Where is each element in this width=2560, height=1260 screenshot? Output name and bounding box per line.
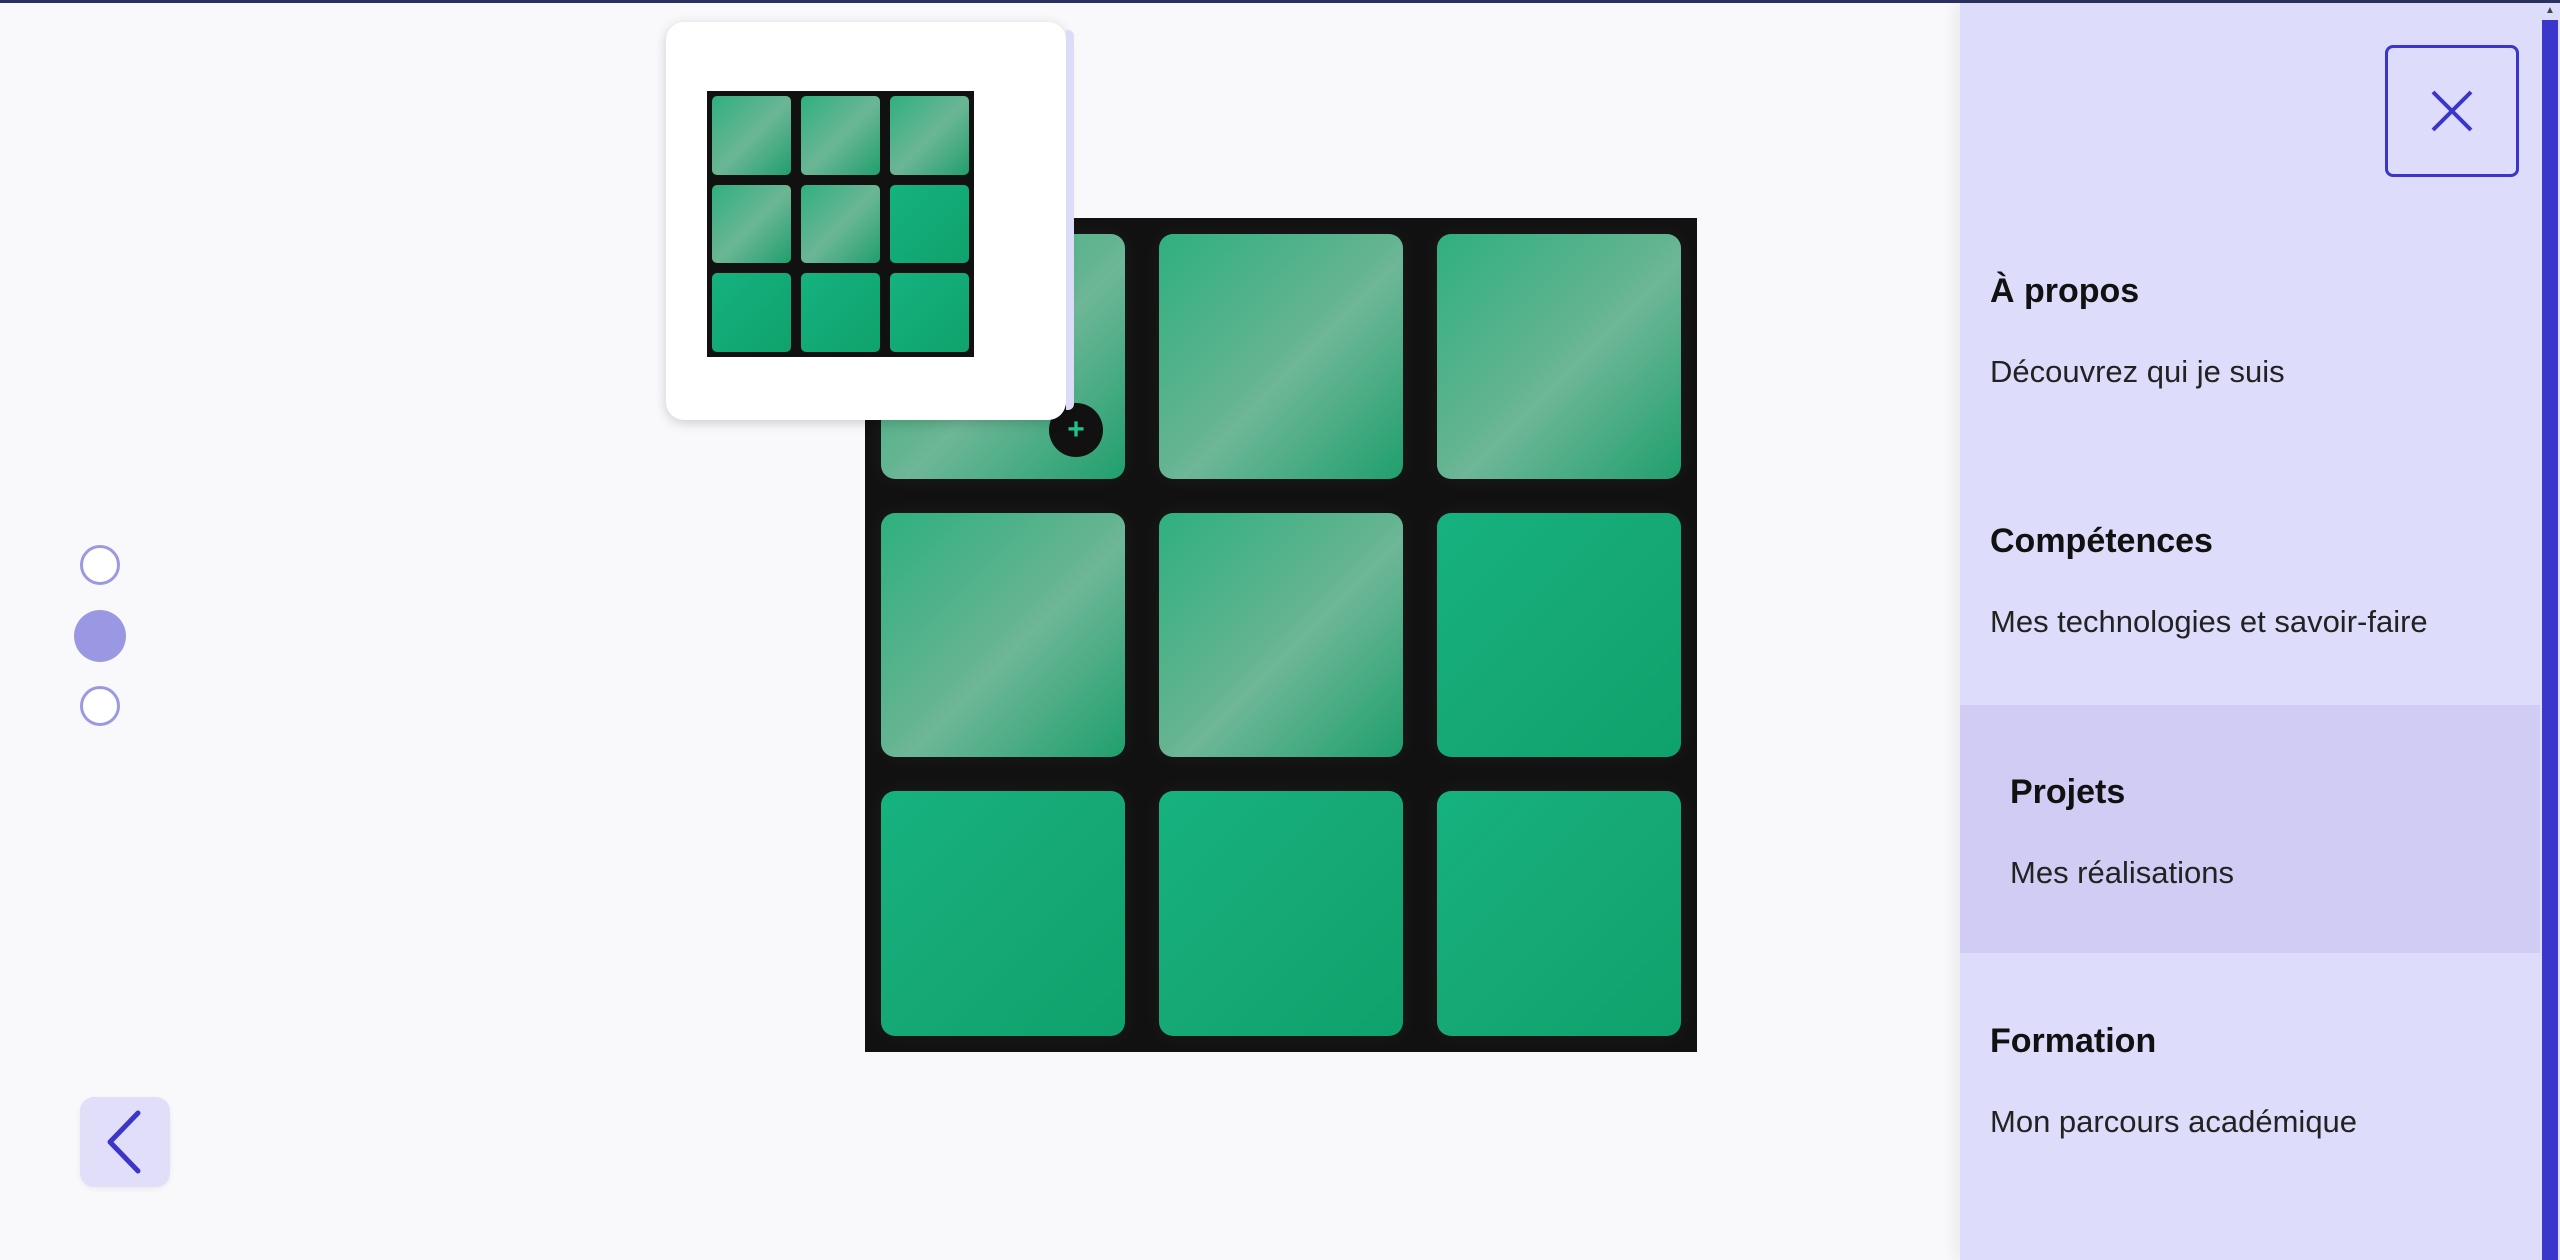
- menu-item-education[interactable]: Formation Mon parcours académique: [1960, 980, 2540, 1220]
- minimap-grid: [707, 91, 974, 357]
- minimap-edge: [1066, 30, 1074, 410]
- close-button[interactable]: [2385, 45, 2519, 177]
- close-icon: [2431, 90, 2473, 132]
- minimap-tile: [712, 96, 791, 175]
- chevron-left-icon: [107, 1110, 141, 1174]
- menu-item-about[interactable]: À propos Découvrez qui je suis: [1960, 230, 2540, 470]
- menu-item-description: Mes technologies et savoir-faire: [1990, 604, 2428, 639]
- grid-tile[interactable]: [1437, 791, 1681, 1036]
- scroll-up-icon[interactable]: ▲: [2541, 4, 2559, 18]
- grid-tile[interactable]: [881, 791, 1125, 1036]
- grid-tile[interactable]: [1159, 234, 1403, 479]
- minimap-tile: [890, 184, 969, 264]
- grid-tile[interactable]: [881, 512, 1125, 758]
- menu-item-title: À propos: [1990, 272, 2140, 310]
- grid-tile[interactable]: [1159, 512, 1403, 758]
- menu-item-description: Mon parcours académique: [1990, 1104, 2358, 1139]
- pagination-dot-1[interactable]: [80, 545, 120, 585]
- grid-tile[interactable]: [1437, 512, 1681, 758]
- pagination-dot-3[interactable]: [80, 686, 120, 726]
- minimap-tile: [801, 273, 880, 352]
- minimap-tile: [890, 273, 969, 352]
- menu-item-projects[interactable]: Projets Mes réalisations: [1960, 705, 2540, 953]
- menu-item-title: Compétences: [1990, 522, 2213, 560]
- menu-item-description: Mes réalisations: [2010, 855, 2234, 890]
- grid-tile[interactable]: [1437, 234, 1681, 479]
- scrollbar-thumb[interactable]: [2542, 20, 2558, 1260]
- menu-item-title: Projets: [2010, 773, 2126, 811]
- minimap-popup: [666, 22, 1074, 420]
- minimap-tile: [890, 96, 969, 175]
- grid-tile[interactable]: [1159, 791, 1403, 1036]
- menu-item-title: Formation: [1990, 1022, 2157, 1060]
- pagination-dot-2-active[interactable]: [74, 610, 126, 662]
- menu-item-skills[interactable]: Compétences Mes technologies et savoir-f…: [1960, 480, 2540, 704]
- minimap-tile: [801, 184, 880, 264]
- minimap-tile: [712, 184, 791, 264]
- menu-item-description: Découvrez qui je suis: [1990, 354, 2285, 389]
- back-button[interactable]: [80, 1097, 170, 1187]
- minimap-tile: [712, 273, 791, 352]
- minimap-tile: [801, 96, 880, 175]
